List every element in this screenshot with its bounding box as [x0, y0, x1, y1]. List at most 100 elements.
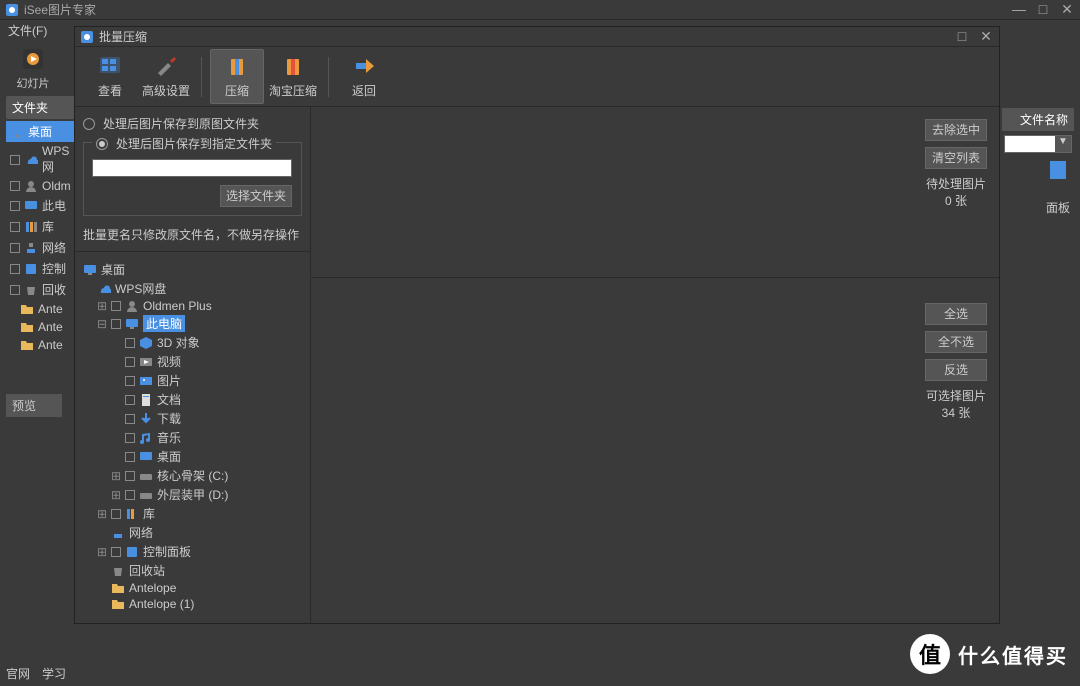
tree-downloads[interactable]: 下载 — [83, 409, 302, 428]
tree-antelope-1[interactable]: Antelope (1) — [83, 596, 302, 612]
tree-pictures[interactable]: 图片 — [83, 371, 302, 390]
maximize-button[interactable]: □ — [1034, 1, 1052, 18]
choose-folder-button[interactable]: 选择文件夹 — [220, 185, 292, 207]
folder-icon — [111, 613, 125, 615]
minimize-button[interactable]: — — [1010, 1, 1028, 18]
tree-library[interactable]: ⊞库 — [83, 504, 302, 523]
sort-dropdown[interactable]: ▼ — [1004, 135, 1072, 153]
invert-selection-button[interactable]: 反选 — [925, 359, 987, 381]
tree-music[interactable]: 音乐 — [83, 428, 302, 447]
folder-tree: 桌面 WPS网盘 ⊞Oldmen Plus ⊟此电脑 3D 对象 视频 图片 文… — [83, 260, 302, 615]
thumbnail-placeholder — [1050, 161, 1066, 179]
control-icon — [125, 545, 139, 559]
tree-drive-c[interactable]: ⊞核心骨架 (C:) — [83, 466, 302, 485]
taobao-icon — [281, 55, 305, 77]
tab-official[interactable]: 官网 — [6, 665, 30, 682]
available-label: 可选择图片 — [925, 387, 987, 404]
tree-item[interactable]: Oldm — [6, 177, 78, 195]
toolbar-separator — [201, 57, 202, 97]
save-specified-option[interactable]: 处理后图片保存到指定文件夹 — [92, 135, 276, 152]
select-all-button[interactable]: 全选 — [925, 303, 987, 325]
control-icon — [24, 262, 38, 276]
slideshow-icon — [20, 46, 46, 72]
docs-icon — [139, 393, 153, 407]
tree-oldmen[interactable]: ⊞Oldmen Plus — [83, 298, 302, 314]
dialog-icon — [79, 29, 95, 45]
clear-list-button[interactable]: 清空列表 — [925, 147, 987, 169]
advanced-button[interactable]: 高级设置 — [139, 50, 193, 103]
tools-icon — [154, 55, 178, 77]
view-button[interactable]: 查看 — [83, 50, 137, 103]
sort-label[interactable]: 文件名称 — [1002, 108, 1074, 131]
dialog-title: 批量压缩 — [99, 28, 953, 45]
radio-icon — [96, 138, 108, 150]
save-specified-fieldset: 处理后图片保存到指定文件夹 选择文件夹 — [83, 142, 302, 216]
folder-path-input[interactable] — [92, 159, 292, 177]
watermark-badge: 值 — [910, 634, 950, 674]
tree-docs[interactable]: 文档 — [83, 390, 302, 409]
back-button[interactable]: 返回 — [337, 50, 391, 103]
close-button[interactable]: ✕ — [1058, 1, 1076, 18]
batch-compress-dialog: 批量压缩 □ ✕ 查看 高级设置 压缩 淘宝压缩 — [74, 26, 1000, 624]
taobao-compress-button[interactable]: 淘宝压缩 — [266, 50, 320, 103]
remove-selected-button[interactable]: 去除选中 — [925, 119, 987, 141]
folder-icon — [20, 320, 34, 334]
menu-file[interactable]: 文件(F) — [8, 22, 47, 39]
desktop-icon — [139, 450, 153, 464]
watermark-text: 什么值得买 — [958, 640, 1068, 669]
tree-item[interactable]: Ante — [6, 336, 78, 354]
tree-antelope-2[interactable]: Antelope (2) — [83, 612, 302, 615]
preview-panel-header: 预览 — [6, 394, 62, 417]
tree-item[interactable]: Ante — [6, 300, 78, 318]
folder-icon — [111, 597, 125, 611]
save-original-option[interactable]: 处理后图片保存到原图文件夹 — [83, 115, 302, 132]
drive-icon — [139, 469, 153, 483]
network-icon — [111, 526, 125, 540]
tree-item[interactable]: Ante — [6, 318, 78, 336]
music-icon — [139, 431, 153, 445]
desktop-icon — [10, 125, 24, 139]
tab-learn[interactable]: 学习 — [42, 665, 66, 682]
tree-item[interactable]: 此电 — [6, 195, 78, 216]
tree-item[interactable]: 回收 — [6, 279, 78, 300]
folder-panel-header: 文件夹 — [6, 96, 78, 119]
left-folder-panel: 文件夹 桌面 WPS网 Oldm 此电 库 网络 控制 回收 Ante Ante… — [6, 96, 78, 354]
tree-wps[interactable]: WPS网盘 — [83, 279, 302, 298]
tree-item[interactable]: 网络 — [6, 237, 78, 258]
tree-3d[interactable]: 3D 对象 — [83, 333, 302, 352]
library-icon — [125, 507, 139, 521]
tree-item[interactable]: 库 — [6, 216, 78, 237]
compress-icon — [225, 55, 249, 77]
desktop-icon — [83, 263, 97, 277]
available-count: 34 张 — [925, 404, 987, 421]
tree-root-desktop[interactable]: 桌面 — [6, 121, 78, 142]
tree-network[interactable]: 网络 — [83, 523, 302, 542]
dialog-close-button[interactable]: ✕ — [977, 28, 995, 45]
tree-item[interactable]: 控制 — [6, 258, 78, 279]
view-icon — [98, 55, 122, 77]
user-icon — [125, 299, 139, 313]
app-icon — [4, 2, 20, 18]
app-title: iSee图片专家 — [24, 1, 1010, 18]
tree-video[interactable]: 视频 — [83, 352, 302, 371]
tree-recycle[interactable]: 回收站 — [83, 561, 302, 580]
dialog-right-panel: 去除选中 清空列表 待处理图片 0 张 全选 全不选 反选 可选择图片 34 张 — [311, 107, 999, 623]
tree-item[interactable]: WPS网 — [6, 142, 78, 177]
tree-this-pc[interactable]: ⊟此电脑 — [83, 314, 302, 333]
footer-tabs: 官网 学习 — [6, 665, 66, 682]
dialog-left-panel: 处理后图片保存到原图文件夹 处理后图片保存到指定文件夹 选择文件夹 批量更名只修… — [75, 107, 311, 623]
slideshow-button[interactable]: 幻灯片 — [8, 45, 58, 91]
pictures-icon — [139, 374, 153, 388]
tree-desktop[interactable]: 桌面 — [83, 260, 302, 279]
tree-antelope[interactable]: Antelope — [83, 580, 302, 596]
pc-icon — [24, 199, 38, 213]
dialog-maximize-button[interactable]: □ — [953, 28, 971, 45]
cloud-icon — [24, 153, 38, 167]
select-none-button[interactable]: 全不选 — [925, 331, 987, 353]
toolbar-separator — [328, 57, 329, 97]
tree-control[interactable]: ⊞控制面板 — [83, 542, 302, 561]
video-icon — [139, 355, 153, 369]
tree-desktop2[interactable]: 桌面 — [83, 447, 302, 466]
compress-button[interactable]: 压缩 — [210, 49, 264, 104]
tree-drive-d[interactable]: ⊞外层装甲 (D:) — [83, 485, 302, 504]
